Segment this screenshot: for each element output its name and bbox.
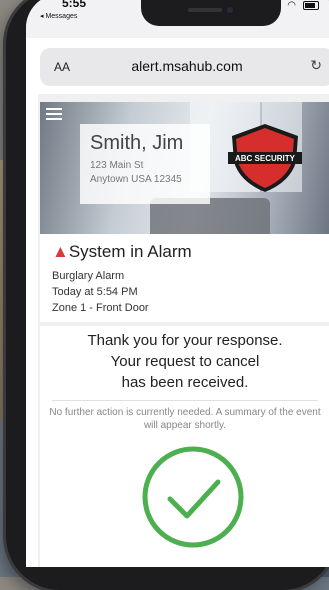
account-card: Smith, Jim 123 Main St Anytown USA 12345 — [80, 124, 210, 204]
alarm-zone: Zone 1 - Front Door — [52, 302, 149, 314]
reload-icon[interactable]: ↻ — [310, 57, 322, 74]
response-line3: has been received. — [121, 374, 249, 391]
menu-icon[interactable] — [46, 108, 62, 123]
response-message: Thank you for your response. Your reques… — [40, 330, 329, 393]
phone-frame: 5:55 ◂ Messages ▂▄▆ ◠ AA alert.msahub.co… — [6, 0, 329, 590]
phone-screen: 5:55 ◂ Messages ▂▄▆ ◠ AA alert.msahub.co… — [26, 0, 329, 567]
account-header: Smith, Jim 123 Main St Anytown USA 12345… — [40, 102, 329, 234]
response-line2: Your request to cancel — [110, 353, 260, 370]
account-name: Smith, Jim — [90, 132, 184, 154]
wifi-icon: ◠ — [287, 0, 298, 11]
speaker — [188, 8, 222, 12]
status-time: 5:55 — [62, 0, 87, 10]
alarm-title-text: System in Alarm — [68, 242, 192, 261]
address-bar[interactable]: AA alert.msahub.com ↻ — [40, 48, 329, 86]
url-text[interactable]: alert.msahub.com — [40, 58, 329, 74]
battery-icon — [302, 0, 319, 10]
checkmark-icon — [142, 446, 244, 548]
logo-text: ABC SECURITY — [235, 154, 296, 163]
front-camera — [224, 4, 236, 16]
alarm-type: Burglary Alarm — [52, 270, 125, 282]
notch — [141, 0, 281, 26]
divider — [52, 400, 318, 401]
response-note: No further action is currently needed. A… — [49, 407, 321, 431]
alarm-title: ▲System in Alarm — [52, 242, 192, 262]
response-card: Thank you for your response. Your reques… — [40, 326, 329, 567]
address-line2: Anytown USA 12345 — [90, 174, 182, 185]
response-line1: Thank you for your response. — [87, 332, 283, 349]
alarm-time: Today at 5:54 PM — [52, 286, 138, 298]
warning-icon: ▲ — [52, 242, 69, 261]
shield-logo-icon: ABC SECURITY — [228, 124, 302, 192]
page-content: Smith, Jim 123 Main St Anytown USA 12345… — [38, 94, 329, 567]
alarm-card: ▲System in Alarm Burglary Alarm Today at… — [40, 234, 329, 322]
alarm-details: Burglary Alarm Today at 5:54 PM Zone 1 -… — [52, 268, 149, 316]
back-to-messages-link[interactable]: ◂ Messages — [40, 12, 77, 20]
address-line1: 123 Main St — [90, 160, 144, 171]
